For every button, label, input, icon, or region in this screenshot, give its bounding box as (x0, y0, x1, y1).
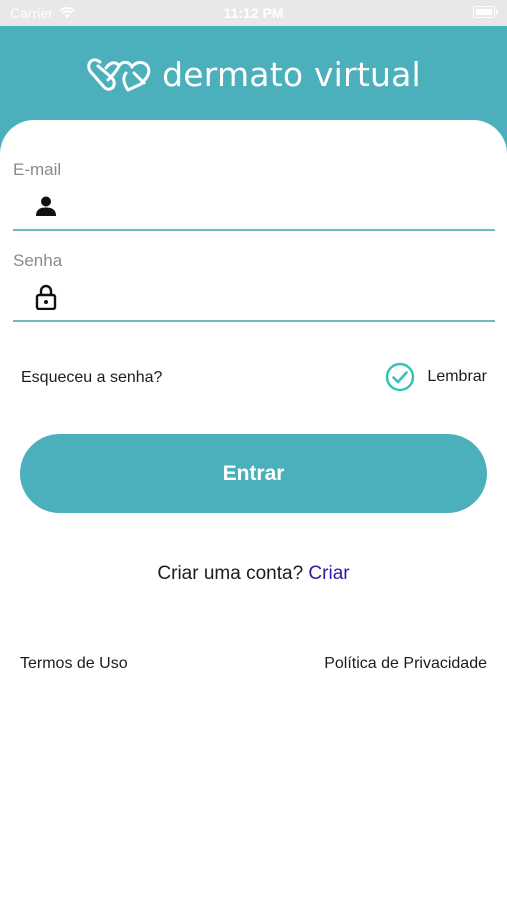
password-field-group: Senha (13, 251, 495, 323)
terms-of-use-link[interactable]: Termos de Uso (20, 655, 128, 673)
status-time: 11:12 PM (223, 5, 284, 21)
email-label: E-mail (13, 160, 62, 179)
email-input[interactable] (71, 190, 491, 220)
login-button-label: Entrar (222, 461, 285, 485)
login-button[interactable]: Entrar (20, 434, 487, 513)
lock-icon (34, 284, 58, 310)
person-icon (34, 193, 58, 219)
email-underline (13, 229, 495, 231)
password-underline (13, 320, 495, 322)
app-name: dermato virtual (162, 54, 421, 94)
remember-label: Lembrar (427, 368, 487, 385)
forgot-password-link[interactable]: Esqueceu a senha? (21, 369, 162, 387)
status-bar: Carrier 11:12 PM (0, 0, 507, 26)
privacy-policy-link[interactable]: Política de Privacidade (324, 655, 487, 673)
app-logo: dermato virtual (0, 54, 507, 94)
login-options-row: Esqueceu a senha? Lembrar (21, 362, 487, 394)
signup-prompt-text: Criar uma conta? (157, 563, 304, 584)
battery-icon (473, 6, 498, 18)
check-circle-icon (386, 362, 415, 392)
remember-toggle[interactable]: Lembrar (385, 362, 487, 392)
password-label: Senha (13, 251, 63, 270)
heart-link-logo-icon (87, 58, 151, 92)
signup-prompt: Criar uma conta? Criar (0, 563, 507, 585)
email-field-group: E-mail (13, 160, 495, 232)
signup-link[interactable]: Criar (308, 563, 349, 584)
password-input[interactable] (71, 281, 491, 311)
